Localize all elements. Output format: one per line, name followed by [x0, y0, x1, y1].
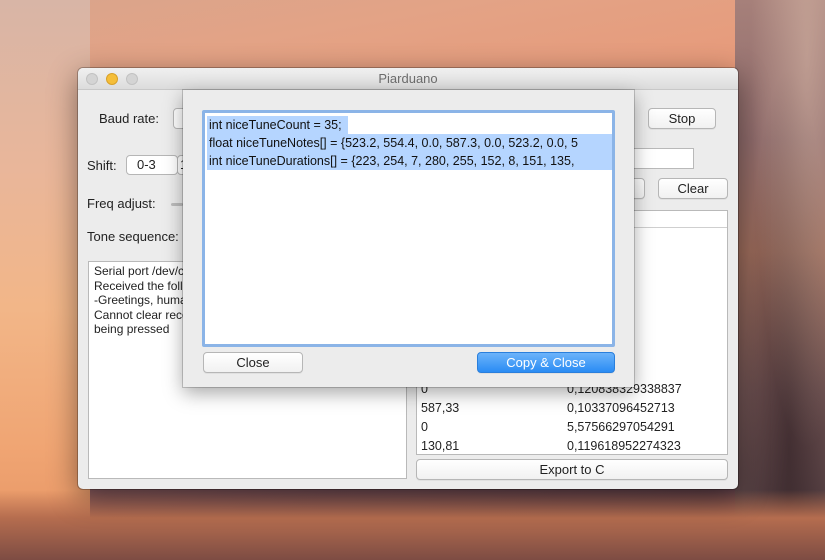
table-row[interactable]: 587,33 0,10337096452713 [417, 399, 727, 418]
table-cell-frequency: 0 [421, 420, 428, 434]
desktop-wallpaper-left [0, 0, 90, 560]
freq-adjust-slider[interactable] [171, 203, 183, 206]
table-cell-duration: 0,119618952274323 [567, 439, 681, 453]
table-cell-duration: 5,57566297054291 [567, 420, 675, 434]
table-cell-duration: 0,10337096452713 [567, 401, 675, 415]
export-dialog: int niceTuneCount = 35; float niceTuneNo… [183, 90, 634, 387]
shift-label: Shift: [87, 158, 117, 173]
table-row[interactable]: 0 5,57566297054291 [417, 418, 727, 437]
title-bar[interactable]: Piarduano [78, 68, 738, 90]
window-title: Piarduano [378, 71, 438, 86]
table-cell-frequency: 130,81 [421, 439, 460, 453]
text-input-right[interactable] [628, 148, 694, 169]
code-text-area[interactable]: int niceTuneCount = 35; float niceTuneNo… [202, 110, 615, 347]
desktop-wallpaper-bottom [0, 490, 825, 560]
code-line: int niceTuneCount = 35; [207, 116, 348, 134]
table-cell-frequency: 587,33 [421, 401, 460, 415]
dialog-close-button[interactable]: Close [203, 352, 303, 373]
table-row[interactable]: 130,81 0,119618952274323 [417, 437, 727, 456]
clear-button[interactable]: Clear [658, 178, 728, 199]
baud-rate-label: Baud rate: [99, 111, 159, 126]
tone-sequence-label: Tone sequence: [87, 229, 179, 244]
export-to-c-button[interactable]: Export to C [416, 459, 728, 480]
shift-segment-0-3[interactable]: 0-3 [126, 155, 178, 175]
stop-button[interactable]: Stop [648, 108, 716, 129]
copy-and-close-button[interactable]: Copy & Close [477, 352, 615, 373]
code-line: int niceTuneDurations[] = {223, 254, 7, … [207, 152, 612, 170]
freq-adjust-label: Freq adjust: [87, 196, 156, 211]
code-line: float niceTuneNotes[] = {523.2, 554.4, 0… [207, 134, 612, 152]
desktop-wallpaper-rock [735, 0, 825, 560]
